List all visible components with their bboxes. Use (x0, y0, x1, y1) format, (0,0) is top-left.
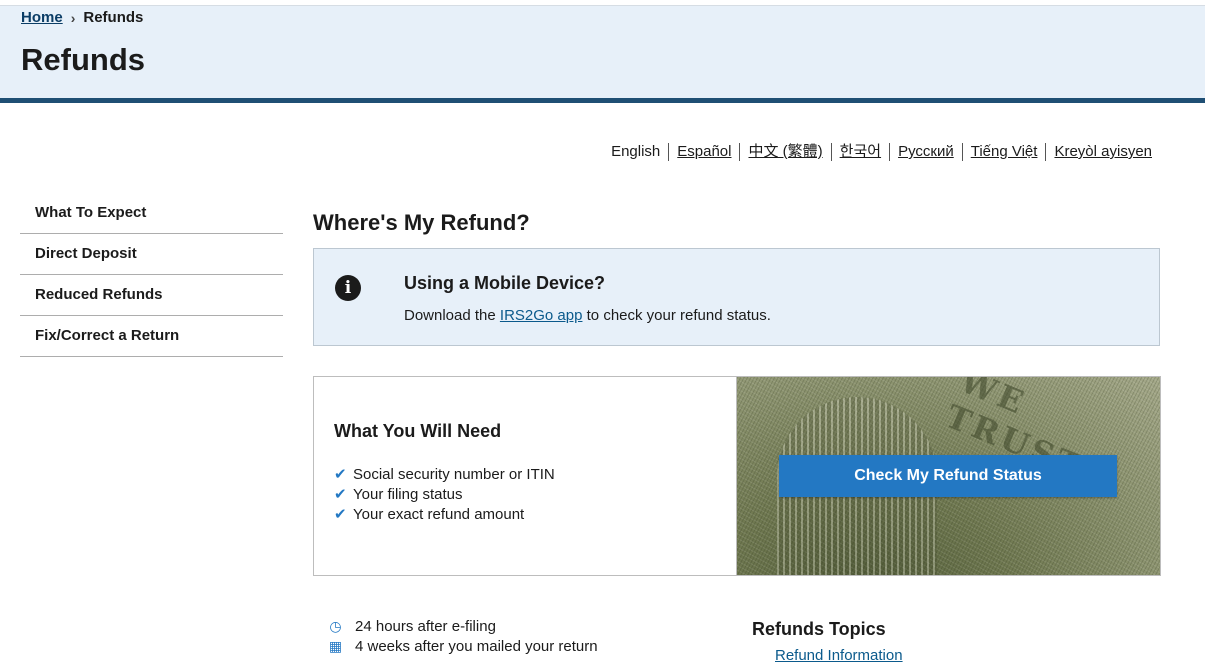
mobile-device-alert: i Using a Mobile Device? Download the IR… (313, 248, 1160, 346)
language-english: English (611, 143, 661, 160)
timeline-text: 24 hours after e-filing (355, 617, 496, 635)
list-item: ✔ Your filing status (334, 484, 555, 504)
clock-icon: ◷ (329, 617, 342, 634)
requirements-list: ✔ Social security number or ITIN ✔ Your fi… (334, 464, 555, 524)
irs2go-app-link[interactable]: IRS2Go app (500, 307, 583, 324)
checkmark-icon: ✔ (334, 466, 347, 483)
alert-text: Download the IRS2Go app to check your re… (404, 307, 771, 324)
info-circle-icon: i (335, 275, 361, 301)
language-haitian-creole-link[interactable]: Kreyòl ayisyen (1045, 143, 1152, 161)
language-korean-link[interactable]: 한국어 (830, 143, 889, 161)
breadcrumb: Home › Refunds (21, 9, 143, 26)
language-vietnamese-link[interactable]: Tiếng Việt (961, 143, 1046, 161)
page-header: Home › Refunds Refunds (0, 5, 1205, 103)
checkmark-icon: ✔ (334, 486, 347, 503)
breadcrumb-current: Refunds (83, 9, 144, 26)
refund-status-card: What You Will Need ✔ Social security numb… (313, 376, 1161, 576)
refunds-topics-heading: Refunds Topics (752, 619, 886, 639)
check-refund-status-button[interactable]: Check My Refund Status (779, 455, 1117, 497)
requirements-panel: What You Will Need ✔ Social security numb… (314, 377, 737, 575)
refund-timeline: ◷ 24 hours after e-filing ▦ 4 weeks after … (328, 616, 598, 656)
alert-text-before: Download the (404, 307, 500, 324)
requirement-text: Your filing status (353, 485, 463, 503)
sidenav-item-direct-deposit[interactable]: Direct Deposit (20, 234, 283, 275)
refund-information-link[interactable]: Refund Information (775, 647, 903, 664)
timeline-text: 4 weeks after you mailed your return (355, 637, 598, 655)
side-navigation: What To Expect Direct Deposit Reduced Re… (20, 193, 283, 357)
requirement-text: Social security number or ITIN (353, 465, 555, 483)
list-item: ✔ Your exact refund amount (334, 504, 555, 524)
requirements-title: What You Will Need (334, 421, 502, 441)
alert-title: Using a Mobile Device? (404, 273, 606, 293)
list-item: ▦ 4 weeks after you mailed your return (328, 636, 598, 656)
alert-text-after: to check your refund status. (582, 307, 771, 324)
list-item: ◷ 24 hours after e-filing (328, 616, 598, 636)
breadcrumb-home-link[interactable]: Home (21, 9, 63, 26)
sidenav-item-fix-correct-return[interactable]: Fix/Correct a Return (20, 316, 283, 357)
section-heading: Where's My Refund? (313, 210, 530, 235)
sidenav-item-reduced-refunds[interactable]: Reduced Refunds (20, 275, 283, 316)
page-title: Refunds (21, 42, 145, 77)
calendar-icon: ▦ (328, 637, 343, 654)
list-item: ✔ Social security number or ITIN (334, 464, 555, 484)
language-chinese-link[interactable]: 中文 (繁體) (739, 143, 830, 161)
checkmark-icon: ✔ (334, 506, 347, 523)
requirement-text: Your exact refund amount (353, 505, 525, 523)
chevron-right-icon: › (70, 9, 76, 26)
currency-background-image: WE TRUST Check My Refund Status (737, 377, 1160, 575)
language-russian-link[interactable]: Русский (889, 143, 962, 161)
sidenav-item-what-to-expect[interactable]: What To Expect (20, 193, 283, 234)
language-selector: English Español 中文 (繁體) 한국어 Русский Tiến… (603, 143, 1152, 161)
language-spanish-link[interactable]: Español (668, 143, 739, 161)
